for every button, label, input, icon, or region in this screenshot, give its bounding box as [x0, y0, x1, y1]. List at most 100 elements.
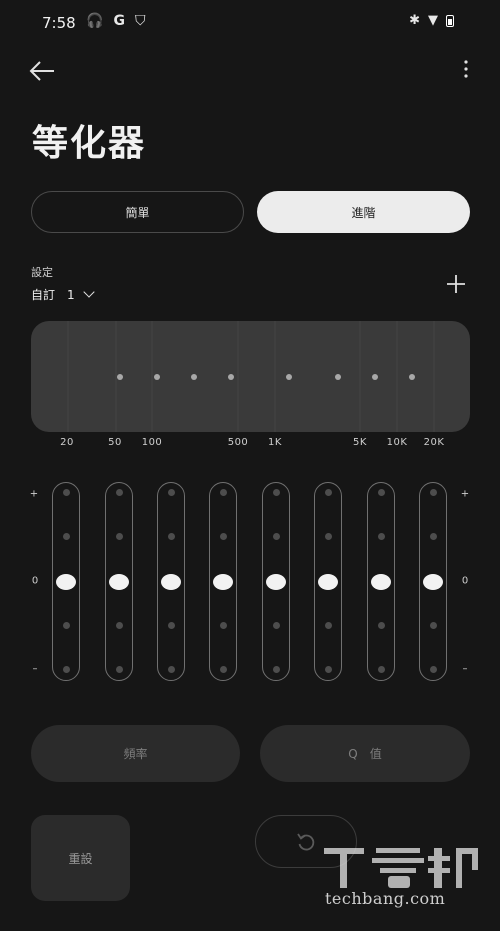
- band-slider-5[interactable]: [262, 482, 290, 681]
- slider-tick: [219, 622, 227, 629]
- gain-plus-left: +: [29, 488, 39, 500]
- slider-tick: [272, 489, 280, 496]
- slider-thumb[interactable]: [423, 573, 443, 590]
- bluetooth-icon: ✱: [409, 13, 420, 28]
- slider-tick: [167, 666, 175, 673]
- eq-curve-panel: [31, 321, 470, 432]
- slider-tick: [115, 533, 123, 540]
- freq-label-50: 50: [108, 437, 122, 448]
- slider-tick: [324, 666, 332, 673]
- gain-minus-right: –: [462, 663, 468, 675]
- slider-tick: [377, 489, 385, 496]
- slider-tick: [219, 533, 227, 540]
- slider-tick: [377, 666, 385, 673]
- slider-tick: [167, 622, 175, 629]
- slider-thumb[interactable]: [161, 573, 181, 590]
- slider-tick: [429, 489, 437, 496]
- slider-tick: [167, 533, 175, 540]
- add-preset-button[interactable]: [446, 274, 466, 294]
- preset-dropdown[interactable]: 自訂 1: [31, 286, 95, 303]
- slider-tick: [115, 489, 123, 496]
- band-point: [335, 374, 341, 380]
- slider-thumb[interactable]: [266, 573, 286, 590]
- slider-tick: [429, 666, 437, 673]
- arrow-left-icon: [29, 61, 54, 81]
- slider-tick: [62, 489, 70, 496]
- band-slider-2[interactable]: [105, 482, 133, 681]
- slider-tick: [429, 533, 437, 540]
- slider-tick: [429, 622, 437, 629]
- back-button[interactable]: [28, 58, 58, 84]
- slider-tick: [62, 666, 70, 673]
- undo-icon: [297, 833, 315, 850]
- slider-tick: [219, 666, 227, 673]
- status-bar: 7:58 🎧 G ⛉ ✱ ▼: [0, 0, 500, 48]
- headphones-icon: 🎧: [86, 13, 104, 29]
- gain-zero-right: 0: [461, 575, 469, 587]
- more-options-button[interactable]: [458, 58, 474, 82]
- tab-advanced[interactable]: 進階: [257, 191, 470, 233]
- band-point: [117, 374, 123, 380]
- battery-icon: [446, 14, 454, 27]
- watermark-text: techbang.com: [325, 889, 446, 908]
- freq-label-1k: 1K: [268, 437, 282, 448]
- slider-tick: [272, 533, 280, 540]
- slider-tick: [115, 622, 123, 629]
- more-vertical-icon: [464, 60, 468, 78]
- slider-tick: [377, 533, 385, 540]
- slider-tick: [324, 533, 332, 540]
- slider-tick: [324, 622, 332, 629]
- plus-icon: [447, 275, 465, 293]
- slider-thumb[interactable]: [109, 573, 129, 590]
- band-point: [286, 374, 292, 380]
- band-slider-3[interactable]: [157, 482, 185, 681]
- slider-tick: [115, 666, 123, 673]
- band-slider-1[interactable]: [52, 482, 80, 681]
- band-point: [154, 374, 160, 380]
- slider-tick: [62, 622, 70, 629]
- slider-tick: [272, 622, 280, 629]
- status-time: 7:58: [42, 14, 76, 32]
- freq-label-20: 20: [60, 437, 74, 448]
- slider-tick: [62, 533, 70, 540]
- slider-tick: [219, 489, 227, 496]
- gain-plus-right: +: [460, 488, 470, 500]
- q-value-button[interactable]: Q 值: [260, 725, 470, 782]
- band-slider-7[interactable]: [367, 482, 395, 681]
- freq-label-10k: 10K: [386, 437, 408, 448]
- wifi-icon: ▼: [428, 13, 438, 28]
- preset-value: 自訂 1: [31, 288, 75, 302]
- reset-button[interactable]: 重設: [31, 815, 130, 901]
- band-point: [191, 374, 197, 380]
- band-point: [228, 374, 234, 380]
- status-right-icons: ✱ ▼: [409, 13, 454, 28]
- frequency-button[interactable]: 頻率: [31, 725, 240, 782]
- freq-label-100: 100: [141, 437, 163, 448]
- freq-label-5k: 5K: [353, 437, 367, 448]
- band-slider-8[interactable]: [419, 482, 447, 681]
- slider-thumb[interactable]: [56, 573, 76, 590]
- chevron-down-icon: [82, 286, 95, 298]
- band-point: [409, 374, 415, 380]
- gain-zero-left: 0: [31, 575, 39, 587]
- gain-minus-left: –: [32, 663, 38, 675]
- slider-tick: [167, 489, 175, 496]
- slider-thumb[interactable]: [371, 573, 391, 590]
- slider-tick: [324, 489, 332, 496]
- shield-icon: ⛉: [134, 13, 146, 29]
- slider-thumb[interactable]: [318, 573, 338, 590]
- freq-label-500: 500: [227, 437, 249, 448]
- eq-curve-graph: [67, 321, 435, 432]
- slider-thumb[interactable]: [213, 573, 233, 590]
- tab-simple[interactable]: 簡單: [31, 191, 244, 233]
- slider-tick: [272, 666, 280, 673]
- google-icon: G: [113, 13, 125, 29]
- band-point: [372, 374, 378, 380]
- slider-tick: [377, 622, 385, 629]
- band-slider-4[interactable]: [209, 482, 237, 681]
- freq-label-20k: 20K: [423, 437, 445, 448]
- preset-label: 設定: [31, 266, 53, 279]
- page-title: 等化器: [32, 123, 147, 164]
- status-left-icons: 🎧 G ⛉: [86, 13, 145, 29]
- band-slider-6[interactable]: [314, 482, 342, 681]
